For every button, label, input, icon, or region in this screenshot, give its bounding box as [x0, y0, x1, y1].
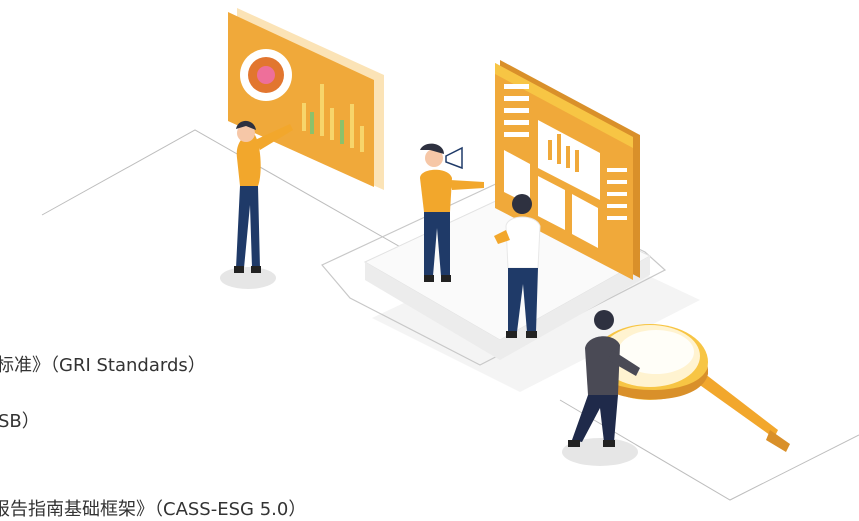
donut-chart-icon — [240, 49, 292, 101]
standard-line-sasb: SB） — [0, 411, 40, 432]
isometric-analytics-illustration — [41, 8, 859, 501]
megaphone-icon — [445, 146, 463, 170]
magnifying-glass-icon — [592, 324, 790, 452]
standard-line-gri: 标准》（GRI Standards） — [0, 355, 206, 376]
